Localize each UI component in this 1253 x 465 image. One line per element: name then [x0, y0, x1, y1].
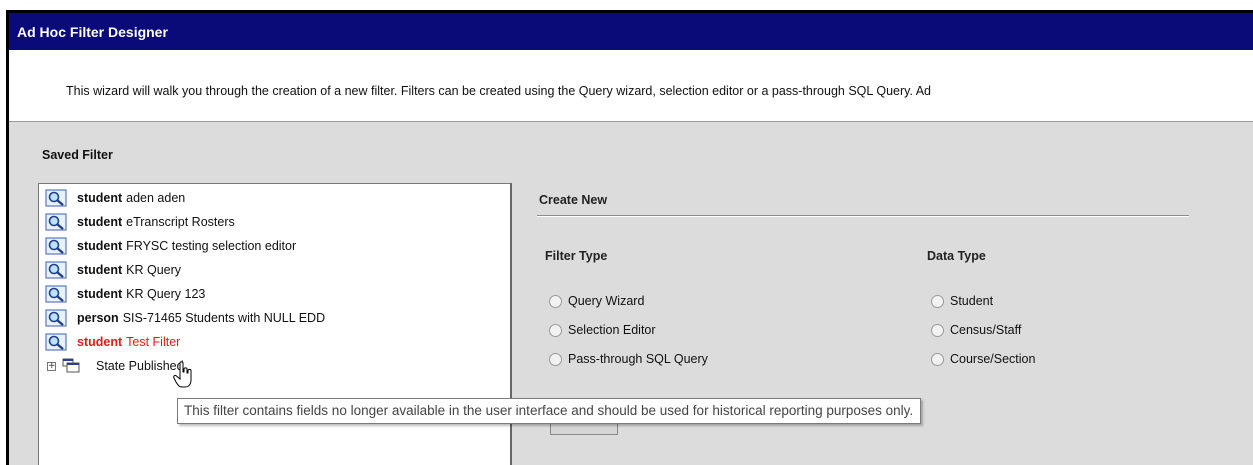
folder-stack-icon [62, 358, 80, 373]
radio-label: Pass-through SQL Query [568, 352, 708, 366]
radio-census-staff[interactable]: Census/Staff [931, 321, 1021, 339]
filter-type-label: student [77, 191, 123, 205]
saved-filter-item[interactable]: student KR Query [45, 260, 181, 280]
filter-type-label: student [77, 287, 123, 301]
radio-button[interactable] [549, 352, 562, 366]
radio-button[interactable] [931, 323, 944, 337]
hand-pointer-icon [173, 361, 192, 388]
radio-course-section[interactable]: Course/Section [931, 350, 1035, 368]
filter-name: KR Query 123 [126, 287, 206, 301]
radio-query-wizard[interactable]: Query Wizard [549, 292, 644, 310]
magnifier-icon [45, 285, 67, 303]
radio-label: Course/Section [950, 352, 1036, 366]
filter-type-label: student [77, 215, 123, 229]
radio-button[interactable] [549, 323, 562, 337]
radio-selection-editor[interactable]: Selection Editor [549, 321, 656, 339]
ad-hoc-filter-designer-window: Ad Hoc Filter Designer This wizard will … [6, 10, 1253, 465]
radio-button[interactable] [931, 294, 944, 308]
radio-button[interactable] [549, 294, 562, 308]
saved-filter-item[interactable]: student eTranscript Rosters [45, 212, 235, 232]
intro-panel: This wizard will walk you through the cr… [9, 50, 1253, 122]
expand-icon[interactable]: + [47, 361, 56, 371]
saved-filter-item[interactable]: student aden aden [45, 188, 185, 208]
magnifier-icon [45, 333, 67, 351]
magnifier-icon [45, 237, 67, 255]
filter-type-label: person [77, 311, 119, 325]
filter-type-label: student [77, 335, 123, 349]
radio-label: Selection Editor [568, 323, 656, 337]
filter-type-label: student [77, 263, 123, 277]
radio-label: Census/Staff [950, 323, 1022, 337]
radio-pass-through-sql[interactable]: Pass-through SQL Query [549, 350, 708, 368]
filter-name: aden aden [126, 191, 186, 205]
filter-name: eTranscript Rosters [126, 215, 235, 229]
saved-filter-heading: Saved Filter [42, 148, 113, 162]
magnifier-icon [45, 189, 67, 207]
saved-filter-item-deprecated[interactable]: student Test Filter [45, 332, 180, 352]
radio-label: Student [950, 294, 994, 308]
magnifier-icon [45, 309, 67, 327]
filter-name: KR Query [126, 263, 182, 277]
filter-name: Test Filter [126, 335, 181, 349]
folder-label: State Published [96, 359, 184, 373]
tooltip: This filter contains fields no longer av… [177, 398, 922, 424]
window-title: Ad Hoc Filter Designer [9, 13, 1253, 50]
divider [537, 215, 1189, 217]
magnifier-icon [45, 213, 67, 231]
data-type-heading: Data Type [927, 249, 986, 263]
saved-filter-item[interactable]: student FRYSC testing selection editor [45, 236, 296, 256]
filter-type-heading: Filter Type [545, 249, 608, 263]
radio-student[interactable]: Student [931, 292, 993, 310]
saved-filter-item[interactable]: student KR Query 123 [45, 284, 205, 304]
filter-name: SIS-71465 Students with NULL EDD [122, 311, 326, 325]
saved-filter-item[interactable]: person SIS-71465 Students with NULL EDD [45, 308, 325, 328]
radio-label: Query Wizard [568, 294, 645, 308]
filter-type-label: student [77, 239, 123, 253]
create-new-heading: Create New [539, 193, 608, 207]
filter-name: FRYSC testing selection editor [126, 239, 297, 253]
intro-text: This wizard will walk you through the cr… [66, 84, 932, 98]
magnifier-icon [45, 261, 67, 279]
radio-button[interactable] [931, 352, 944, 366]
folder-state-published[interactable]: + State Published [47, 356, 184, 376]
